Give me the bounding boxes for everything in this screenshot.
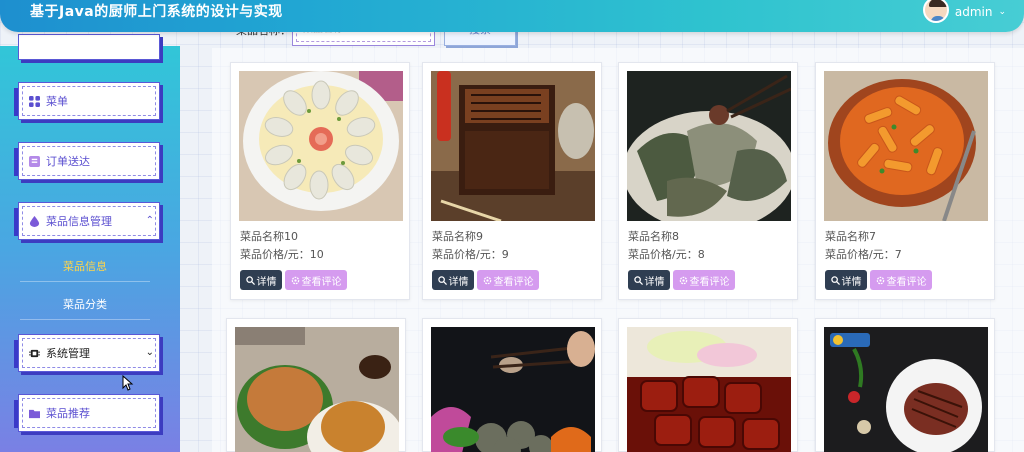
dish-image[interactable] — [235, 327, 399, 452]
detail-button[interactable]: 详情 — [628, 270, 670, 290]
review-button[interactable]: 查看评论 — [870, 270, 932, 290]
sidebar-item-label: 菜品信息管理 — [46, 215, 112, 228]
chevron-up-icon[interactable]: ⌃ — [146, 215, 154, 226]
dish-image[interactable] — [627, 71, 791, 221]
dish-card[interactable] — [226, 318, 406, 452]
search-icon — [245, 275, 255, 285]
dish-price: 菜品价格/元：10 — [240, 248, 324, 261]
top-header: 基于Java的厨师上门系统的设计与实现 admin ⌄ — [0, 0, 1024, 32]
dish-card[interactable] — [422, 318, 602, 452]
user-menu[interactable]: admin ⌄ — [922, 0, 1006, 24]
chip-icon — [29, 349, 40, 357]
chevron-down-icon[interactable]: ⌄ — [998, 7, 1006, 17]
sidebar-item-dish-management[interactable]: 菜品信息管理 ⌃ — [14, 202, 164, 242]
dish-name: 菜品名称9 — [432, 230, 483, 243]
sidebar-item-orders[interactable]: 订单送达 — [14, 142, 164, 182]
detail-button-label: 详情 — [841, 276, 862, 288]
detail-button[interactable]: 详情 — [240, 270, 282, 290]
site-title: 基于Java的厨师上门系统的设计与实现 — [30, 4, 283, 20]
gear-icon — [876, 276, 884, 284]
menu-frame — [18, 34, 160, 60]
dish-image[interactable] — [824, 327, 988, 452]
dish-image[interactable] — [627, 327, 791, 452]
gear-icon — [679, 276, 687, 284]
review-button[interactable]: 查看评论 — [673, 270, 735, 290]
dish-name: 菜品名称10 — [240, 230, 298, 243]
search-icon — [633, 275, 643, 285]
review-button-label: 查看评论 — [493, 276, 534, 288]
dish-image[interactable] — [431, 327, 595, 452]
menu-frame: 菜品推荐 — [18, 394, 160, 432]
sidebar-item-label: 系统管理 — [46, 347, 90, 360]
sidebar-item-top-partial[interactable] — [14, 34, 164, 74]
menu-frame: 菜单 — [18, 82, 160, 120]
drop-icon — [29, 215, 40, 227]
dish-price: 菜品价格/元：7 — [825, 248, 902, 261]
menu-frame: 订单送达 — [18, 142, 160, 180]
sidebar: 菜单 订单送达 菜品信息管理 ⌃ 菜品信息 菜品分类 系统管理 ⌄ 菜品推荐 — [0, 34, 180, 452]
chevron-down-icon[interactable]: ⌄ — [146, 347, 154, 358]
gear-icon — [291, 276, 299, 284]
review-button-label: 查看评论 — [689, 276, 730, 288]
dish-name: 菜品名称7 — [825, 230, 876, 243]
search-icon — [830, 275, 840, 285]
dish-grid: 菜品名称10 菜品价格/元：10 详情 查看评论 菜品名称9 菜品价格/元：9 … — [212, 48, 1024, 452]
sidebar-item-menu[interactable]: 菜单 — [14, 82, 164, 122]
dish-card[interactable]: 菜品名称7 菜品价格/元：7 详情 查看评论 — [815, 62, 995, 300]
gear-icon — [483, 276, 491, 284]
dish-card[interactable]: 菜品名称8 菜品价格/元：8 详情 查看评论 — [618, 62, 798, 300]
menu-frame: 菜品信息管理 — [18, 202, 160, 240]
sidebar-item-label: 订单送达 — [46, 155, 90, 168]
review-button[interactable]: 查看评论 — [285, 270, 347, 290]
sidebar-item-label: 菜单 — [46, 95, 68, 108]
sidebar-item-label: 菜品推荐 — [46, 407, 90, 420]
dish-card[interactable] — [618, 318, 798, 452]
search-icon — [437, 275, 447, 285]
review-button[interactable]: 查看评论 — [477, 270, 539, 290]
dish-card[interactable] — [815, 318, 995, 452]
dish-price: 菜品价格/元：8 — [628, 248, 705, 261]
detail-button[interactable]: 详情 — [432, 270, 474, 290]
list-icon — [29, 155, 40, 167]
grid-icon — [29, 95, 40, 107]
sidebar-item-recommend[interactable]: 菜品推荐 — [14, 394, 164, 434]
avatar[interactable] — [922, 0, 949, 23]
dish-card[interactable]: 菜品名称9 菜品价格/元：9 详情 查看评论 — [422, 62, 602, 300]
mouse-cursor-icon — [122, 375, 134, 391]
username[interactable]: admin — [955, 5, 993, 19]
detail-button[interactable]: 详情 — [825, 270, 867, 290]
dish-image[interactable] — [431, 71, 595, 221]
dish-card[interactable]: 菜品名称10 菜品价格/元：10 详情 查看评论 — [230, 62, 410, 300]
folder-icon — [29, 409, 40, 418]
dish-name: 菜品名称8 — [628, 230, 679, 243]
dish-image[interactable] — [824, 71, 988, 221]
dish-image[interactable] — [239, 71, 403, 221]
review-button-label: 查看评论 — [886, 276, 927, 288]
menu-frame: 系统管理 — [18, 334, 160, 372]
review-button-label: 查看评论 — [301, 276, 342, 288]
sidebar-item-system[interactable]: 系统管理 ⌄ — [14, 334, 164, 374]
sidebar-subitem-dish-category[interactable]: 菜品分类 — [20, 290, 150, 320]
detail-button-label: 详情 — [644, 276, 665, 288]
dish-price: 菜品价格/元：9 — [432, 248, 509, 261]
sidebar-subitem-dish-info[interactable]: 菜品信息 — [20, 252, 150, 282]
detail-button-label: 详情 — [448, 276, 469, 288]
detail-button-label: 详情 — [256, 276, 277, 288]
